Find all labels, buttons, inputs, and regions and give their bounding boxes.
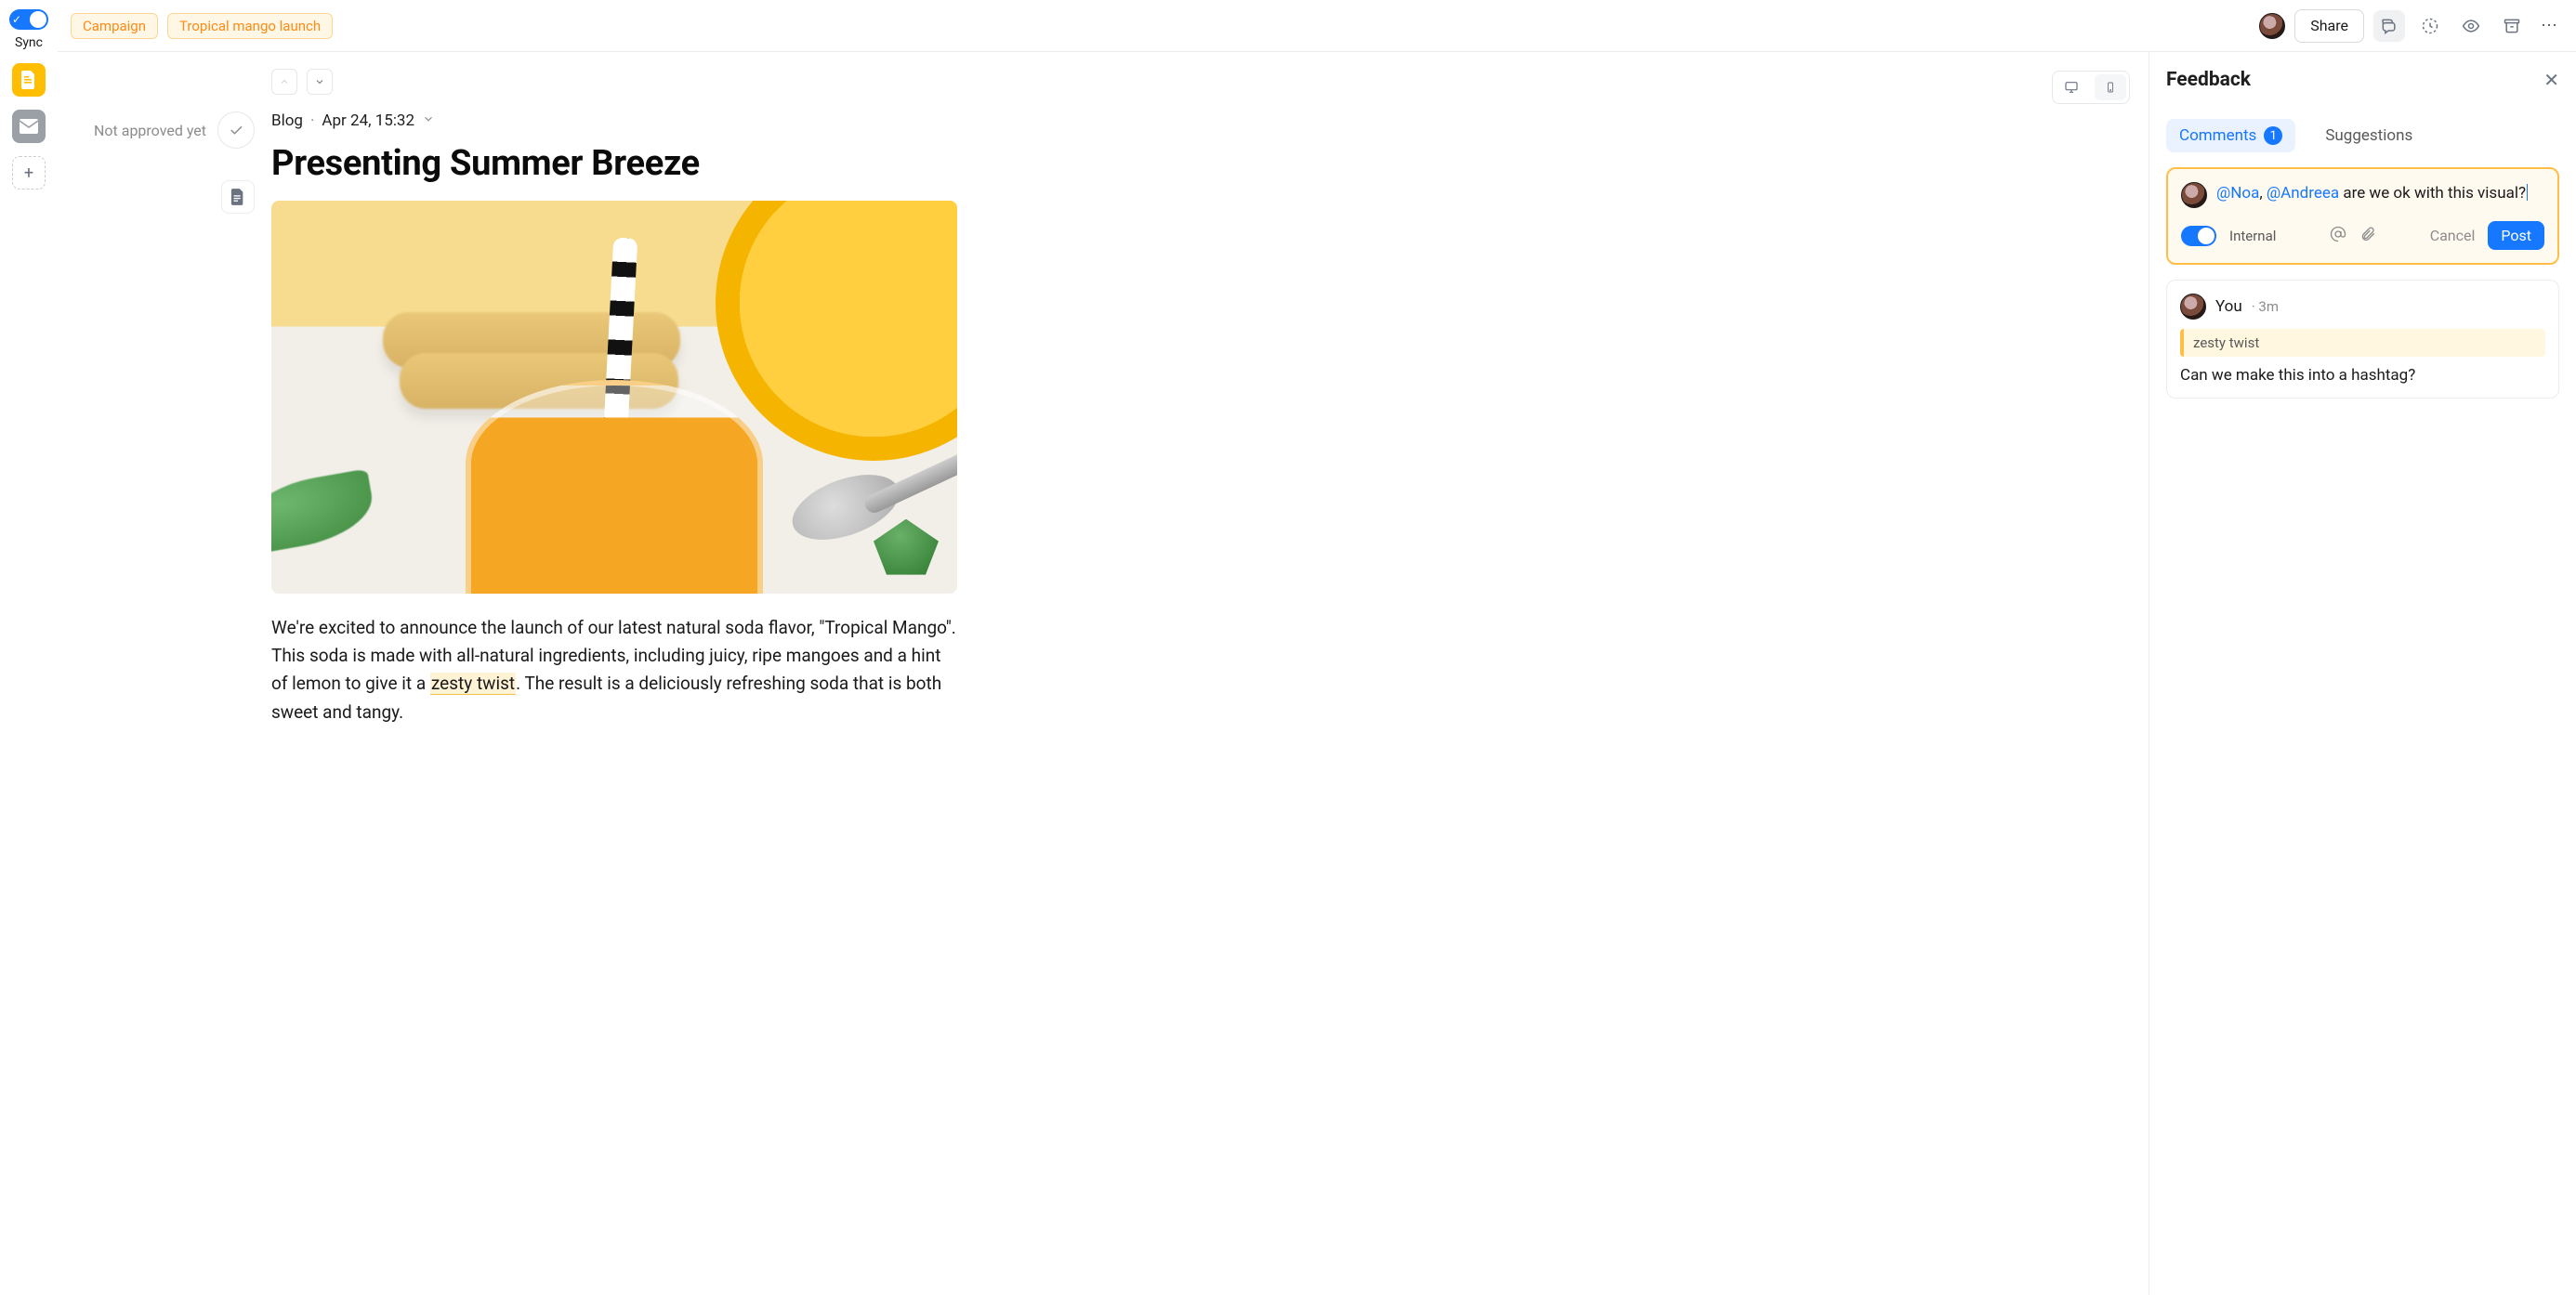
tab-comments[interactable]: Comments 1: [2166, 119, 2295, 152]
mention-button[interactable]: [2330, 226, 2346, 246]
close-icon: ✕: [2543, 69, 2559, 91]
approval-status: Not approved yet: [94, 122, 206, 139]
doc-type: Blog: [271, 111, 303, 130]
meta-expand[interactable]: [422, 111, 435, 130]
avatar[interactable]: [2259, 13, 2285, 39]
more-button[interactable]: ⋯: [2537, 16, 2563, 35]
avatar: [2180, 294, 2206, 320]
desktop-view-button[interactable]: [2056, 74, 2087, 100]
avatar: [2181, 182, 2207, 208]
post-button[interactable]: Post: [2488, 221, 2544, 250]
chevron-down-icon: [422, 112, 435, 125]
doc-title[interactable]: Presenting Summer Breeze: [271, 143, 957, 184]
check-icon: ✓: [12, 13, 21, 26]
composer-input[interactable]: @Noa, @Andreea are we ok with this visua…: [2216, 182, 2544, 205]
comment-quote: zesty twist: [2180, 329, 2545, 357]
comment-time: · 3m: [2252, 298, 2279, 315]
archive-button[interactable]: [2496, 10, 2528, 42]
internal-toggle[interactable]: [2181, 226, 2216, 246]
hero-image[interactable]: [271, 201, 957, 594]
chevron-up-icon: [279, 76, 290, 87]
plus-icon: +: [24, 164, 33, 183]
document: Blog · Apr 24, 15:32 Presenting Summer B…: [271, 52, 978, 1295]
comment-card[interactable]: You · 3m zesty twist Can we make this in…: [2166, 280, 2559, 399]
history-button[interactable]: [2414, 10, 2446, 42]
share-button[interactable]: Share: [2294, 9, 2364, 43]
tab-comments-label: Comments: [2179, 126, 2256, 145]
mobile-view-button[interactable]: [2095, 74, 2126, 100]
comments-icon: [2380, 17, 2399, 35]
desktop-icon: [2063, 80, 2080, 95]
text-cursor: [2527, 184, 2528, 201]
eye-icon: [2461, 17, 2481, 35]
sync-label: Sync: [15, 35, 43, 50]
device-toggle: [2052, 71, 2130, 104]
composer-text: are we ok with this visual?: [2339, 184, 2526, 203]
chevron-down-icon: [314, 76, 325, 87]
page-icon: [20, 71, 37, 89]
rail-add-button[interactable]: +: [12, 156, 46, 190]
internal-label: Internal: [2229, 228, 2276, 244]
approve-button[interactable]: [217, 111, 255, 149]
document-icon-button[interactable]: [221, 180, 255, 214]
body-highlight[interactable]: zesty twist: [430, 673, 516, 695]
toggle-knob: [30, 11, 46, 28]
paperclip-icon: [2359, 226, 2376, 242]
rail-page-button[interactable]: [12, 63, 46, 97]
mention[interactable]: @Noa: [2216, 184, 2259, 203]
check-icon: [228, 122, 244, 138]
tag-campaign[interactable]: Campaign: [71, 13, 158, 39]
left-rail: ✓ Sync +: [0, 0, 58, 1295]
doc-date: Apr 24, 15:32: [322, 111, 414, 130]
comment-composer: @Noa, @Andreea are we ok with this visua…: [2166, 167, 2559, 265]
share-label: Share: [2310, 17, 2348, 34]
document-icon: [230, 189, 245, 205]
tag-project[interactable]: Tropical mango launch: [167, 13, 333, 39]
comments-count-badge: 1: [2264, 126, 2282, 145]
mention-sep: ,: [2259, 184, 2267, 203]
meta-separator: ·: [310, 111, 314, 130]
close-panel-button[interactable]: ✕: [2543, 69, 2559, 91]
archive-icon: [2503, 17, 2521, 35]
feedback-panel-button[interactable]: [2373, 10, 2405, 42]
rail-mail-button[interactable]: [12, 110, 46, 143]
feedback-panel: Feedback ✕ Comments 1 Suggestions @Noa, …: [2149, 52, 2576, 1295]
sync-toggle[interactable]: ✓: [9, 9, 48, 30]
preview-button[interactable]: [2455, 10, 2487, 42]
tab-suggestions[interactable]: Suggestions: [2312, 119, 2425, 152]
topbar: Campaign Tropical mango launch Share ⋯: [58, 0, 2576, 52]
history-icon: [2421, 17, 2439, 35]
doc-body[interactable]: We're excited to announce the launch of …: [271, 614, 957, 727]
prev-item-button[interactable]: [271, 69, 297, 95]
at-icon: [2330, 226, 2346, 242]
panel-title: Feedback: [2166, 69, 2251, 91]
comment-author: You: [2215, 297, 2242, 316]
mail-icon: [20, 119, 38, 134]
more-icon: ⋯: [2541, 16, 2559, 35]
mention[interactable]: @Andreea: [2267, 184, 2339, 203]
comment-body: Can we make this into a hashtag?: [2180, 366, 2545, 385]
next-item-button[interactable]: [307, 69, 333, 95]
tab-suggestions-label: Suggestions: [2325, 126, 2412, 145]
cancel-button[interactable]: Cancel: [2430, 227, 2476, 244]
attach-button[interactable]: [2359, 226, 2376, 246]
mobile-icon: [2105, 79, 2116, 96]
